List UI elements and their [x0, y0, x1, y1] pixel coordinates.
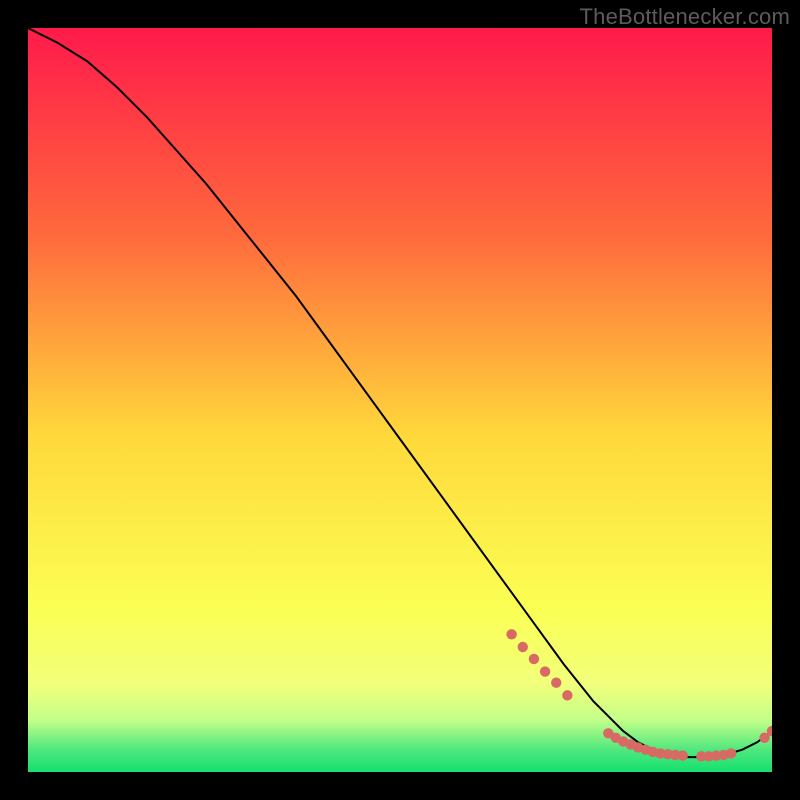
dot — [562, 690, 572, 700]
attribution-text: TheBottlenecker.com — [580, 4, 790, 30]
gradient-background — [28, 28, 772, 772]
dot — [540, 666, 550, 676]
dot — [529, 654, 539, 664]
dot — [678, 750, 688, 760]
dot — [518, 642, 528, 652]
chart-svg — [28, 28, 772, 772]
plot-area — [28, 28, 772, 772]
dot — [726, 748, 736, 758]
chart-frame: TheBottlenecker.com — [0, 0, 800, 800]
dot — [551, 678, 561, 688]
dot — [506, 629, 516, 639]
